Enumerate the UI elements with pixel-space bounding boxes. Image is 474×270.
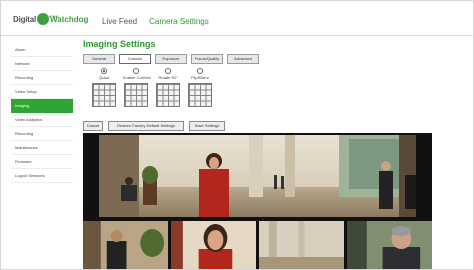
grid-layout-icon[interactable] bbox=[188, 83, 212, 107]
video-preview bbox=[83, 133, 432, 269]
brand-name-part1: Digital bbox=[13, 14, 37, 24]
mode-option: Quad bbox=[91, 68, 117, 107]
top-header: Digital Watchdog IPRO Live Feed Camera S… bbox=[1, 1, 473, 36]
grid-layout-icon[interactable] bbox=[92, 83, 116, 107]
settings-sidebar: Alarm Network Recording Video Setup Imag… bbox=[11, 43, 73, 183]
mode-label: Rotate 90° bbox=[158, 75, 178, 80]
video-feed-corridor[interactable] bbox=[99, 135, 416, 217]
tab-general[interactable]: General bbox=[83, 54, 115, 64]
mode-radio-enable-corridor[interactable] bbox=[133, 68, 139, 74]
mode-label: Enable Corridor bbox=[123, 75, 152, 80]
mode-option: Flip/Mirror bbox=[187, 68, 213, 107]
app-window: Digital Watchdog IPRO Live Feed Camera S… bbox=[0, 0, 474, 270]
mode-radio-rotate[interactable] bbox=[165, 68, 171, 74]
video-feed-tile[interactable] bbox=[171, 221, 256, 269]
tab-exposure[interactable]: Exposure bbox=[155, 54, 187, 64]
sidebar-item-video-setup[interactable]: Video Setup bbox=[11, 85, 73, 99]
mode-label: Flip/Mirror bbox=[191, 75, 209, 80]
video-feed-tile[interactable] bbox=[347, 221, 432, 269]
woman-phone-image bbox=[171, 221, 256, 269]
tab-advanced[interactable]: Advanced bbox=[227, 54, 259, 64]
sidebar-item-recording-2[interactable]: Recording bbox=[11, 127, 73, 141]
video-quad-row bbox=[83, 221, 432, 269]
video-feed-tile[interactable] bbox=[83, 221, 168, 269]
page-title: Imaging Settings bbox=[83, 39, 156, 49]
top-navigation: Live Feed Camera Settings bbox=[102, 17, 209, 26]
mode-option: Enable Corridor bbox=[123, 68, 152, 107]
mode-radio-flip-mirror[interactable] bbox=[197, 68, 203, 74]
sidebar-item-firmware[interactable]: Firmware bbox=[11, 155, 73, 169]
grid-layout-icon[interactable] bbox=[156, 83, 180, 107]
main-content: Imaging Settings General Corridor Exposu… bbox=[83, 35, 467, 269]
tab-focus-quality[interactable]: Focus/Quality bbox=[191, 54, 223, 64]
imaging-tabs: General Corridor Exposure Focus/Quality … bbox=[83, 54, 259, 64]
hallway-tile-image bbox=[259, 221, 344, 269]
restore-defaults-button[interactable]: Restore Factory Default Settings bbox=[108, 121, 184, 131]
mode-option: Rotate 90° bbox=[155, 68, 181, 107]
sidebar-item-logout-sessions[interactable]: Logout Sessions bbox=[11, 169, 73, 183]
lobby-tile-image bbox=[83, 221, 168, 269]
sidebar-item-video-analytics[interactable]: Video Analytics bbox=[11, 113, 73, 127]
sidebar-item-maintenance[interactable]: Maintenance bbox=[11, 141, 73, 155]
video-feed-tile[interactable] bbox=[259, 221, 344, 269]
save-settings-button[interactable]: Save Settings bbox=[189, 121, 225, 131]
sidebar-item-network[interactable]: Network bbox=[11, 57, 73, 71]
cancel-button[interactable]: Cancel bbox=[83, 121, 103, 131]
mode-label: Quad bbox=[99, 75, 109, 80]
action-buttons: Cancel Restore Factory Default Settings … bbox=[83, 121, 225, 131]
man-tile-image bbox=[347, 221, 432, 269]
nav-live-feed[interactable]: Live Feed bbox=[102, 17, 137, 26]
nav-camera-settings[interactable]: Camera Settings bbox=[149, 17, 209, 26]
lobby-scene-image bbox=[99, 135, 416, 217]
tab-corridor[interactable]: Corridor bbox=[119, 54, 151, 64]
grid-layout-icon[interactable] bbox=[124, 83, 148, 107]
sidebar-item-recording[interactable]: Recording bbox=[11, 71, 73, 85]
view-mode-options: Quad Enable Corridor Rotate 90° Flip/Mir… bbox=[91, 68, 213, 107]
brand-subtitle: IPRO bbox=[49, 14, 59, 19]
sidebar-item-alarm[interactable]: Alarm bbox=[11, 43, 73, 57]
watchdog-logo-icon bbox=[37, 13, 50, 25]
mode-radio-quad[interactable] bbox=[101, 68, 107, 74]
sidebar-item-imaging[interactable]: Imaging bbox=[11, 99, 73, 113]
